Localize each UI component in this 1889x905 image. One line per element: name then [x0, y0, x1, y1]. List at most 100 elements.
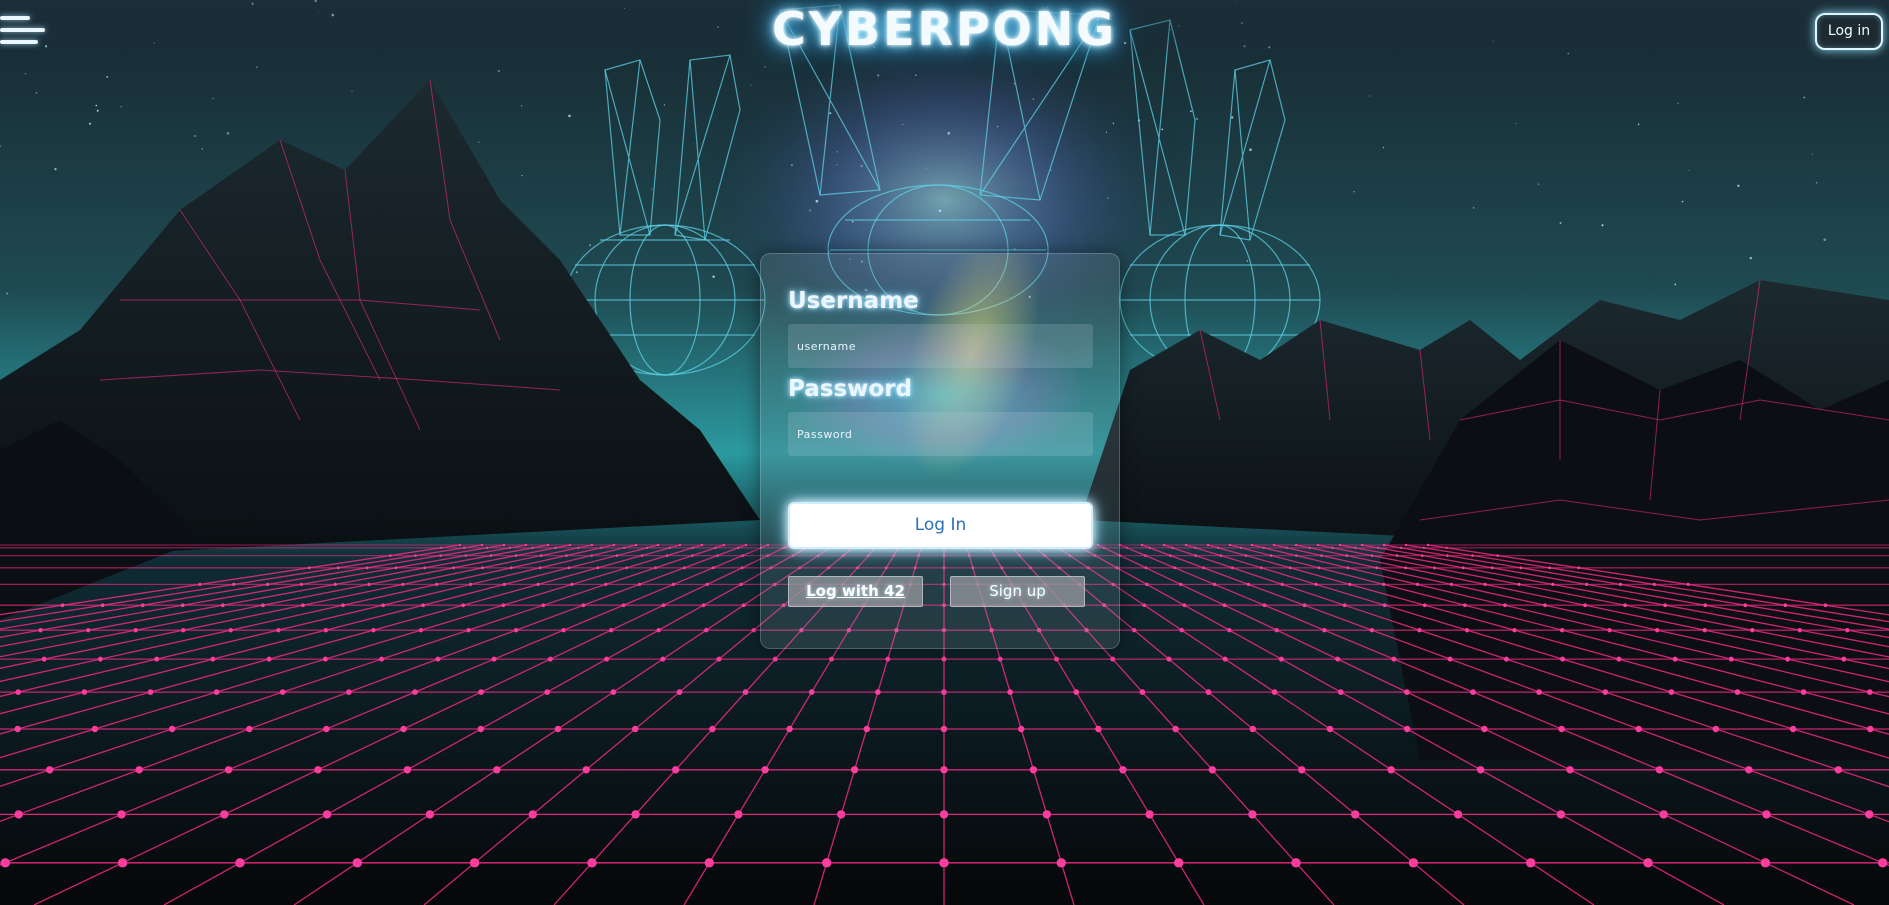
grid-node	[1623, 603, 1627, 608]
grid-node	[502, 543, 506, 547]
grid-node	[198, 582, 202, 587]
grid-node	[60, 603, 65, 608]
grid-node	[1464, 628, 1470, 633]
grid-node	[1845, 628, 1850, 633]
grid-node	[544, 689, 551, 695]
grid-node	[477, 725, 485, 733]
grid-node	[656, 628, 661, 633]
grid-node	[1404, 543, 1408, 547]
grid-node	[394, 566, 398, 570]
grid-node	[1395, 554, 1399, 557]
grid-node	[400, 725, 407, 733]
grid-node	[744, 543, 748, 547]
grid-node	[1222, 656, 1228, 662]
star	[1749, 256, 1752, 260]
grid-node	[1144, 566, 1148, 570]
grid-node	[1142, 603, 1147, 608]
grid-node	[1525, 858, 1536, 868]
grid-node	[1503, 656, 1509, 662]
grid-node	[1285, 546, 1288, 550]
star	[96, 109, 99, 112]
grid-node	[1490, 566, 1494, 570]
grid-node	[1797, 628, 1802, 633]
grid-node	[1760, 858, 1771, 868]
signup-button[interactable]: Sign up	[950, 576, 1085, 607]
grid-node	[1447, 656, 1453, 662]
grid-node	[1702, 628, 1707, 633]
grid-node	[1298, 766, 1306, 774]
grid-node	[1471, 554, 1474, 557]
grid-node	[1461, 566, 1465, 570]
login-with-42-button[interactable]: Log with 42	[788, 576, 923, 607]
grid-node	[439, 554, 442, 557]
star	[226, 131, 230, 135]
grid-node	[1618, 582, 1623, 587]
grid-node	[1403, 725, 1411, 733]
grid-node	[1834, 766, 1843, 774]
grid-node	[1139, 689, 1146, 695]
grid-node	[1422, 546, 1426, 550]
star	[1674, 283, 1677, 286]
grid-node	[690, 554, 694, 557]
grid-node	[1703, 603, 1708, 608]
grid-node	[1182, 603, 1187, 608]
grid-node	[701, 603, 706, 608]
grid-node	[1789, 725, 1797, 733]
login-submit-button[interactable]: Log In	[788, 502, 1093, 549]
grid-node	[1584, 582, 1589, 587]
grid-node	[1272, 543, 1276, 547]
grid-node	[741, 554, 745, 557]
grid-node	[1239, 546, 1243, 550]
grid-node	[531, 546, 534, 550]
grid-node	[1712, 725, 1720, 733]
star	[497, 69, 500, 73]
grid-node	[1331, 546, 1334, 550]
grid-node	[668, 546, 672, 550]
grid-node	[346, 689, 352, 695]
star	[201, 148, 204, 150]
star	[1353, 191, 1356, 193]
grid-node	[462, 546, 466, 550]
grid-node	[480, 543, 484, 547]
grid-node	[210, 656, 216, 662]
grid-node	[786, 725, 793, 733]
grid-node	[1382, 603, 1387, 608]
password-input[interactable]	[788, 412, 1093, 456]
grid-node	[1866, 689, 1873, 695]
username-input[interactable]	[788, 324, 1093, 368]
star	[1677, 102, 1679, 105]
header-login-button[interactable]: Log in	[1815, 13, 1883, 50]
grid-node	[1095, 725, 1102, 733]
grid-node	[1294, 543, 1298, 547]
grid-node	[1169, 554, 1172, 557]
grid-node	[1042, 810, 1051, 819]
grid-node	[661, 603, 666, 608]
grid-node	[538, 566, 542, 570]
grid-node	[615, 554, 619, 557]
grid-node	[1476, 766, 1485, 774]
grid-node	[682, 566, 686, 570]
star	[6, 292, 9, 295]
star	[120, 105, 122, 108]
grid-node	[1566, 766, 1574, 774]
grid-node	[940, 725, 948, 733]
grid-node	[514, 554, 518, 557]
grid-node	[1659, 810, 1668, 819]
grid-node	[1375, 566, 1379, 570]
grid-node	[1262, 546, 1266, 550]
grid-node	[941, 656, 947, 662]
grid-node	[1762, 810, 1771, 819]
grid-node	[314, 766, 322, 774]
grid-node	[1278, 656, 1284, 662]
grid-node	[850, 766, 859, 774]
grid-node	[491, 656, 497, 662]
grid-node	[1171, 546, 1174, 550]
grid-node	[1173, 566, 1177, 570]
grid-node	[1202, 566, 1206, 570]
grid-node	[381, 603, 385, 608]
grid-node	[676, 689, 683, 695]
grid-node	[1382, 582, 1386, 587]
grid-node	[276, 628, 281, 633]
grid-node	[14, 810, 23, 819]
grid-node	[1145, 582, 1149, 587]
